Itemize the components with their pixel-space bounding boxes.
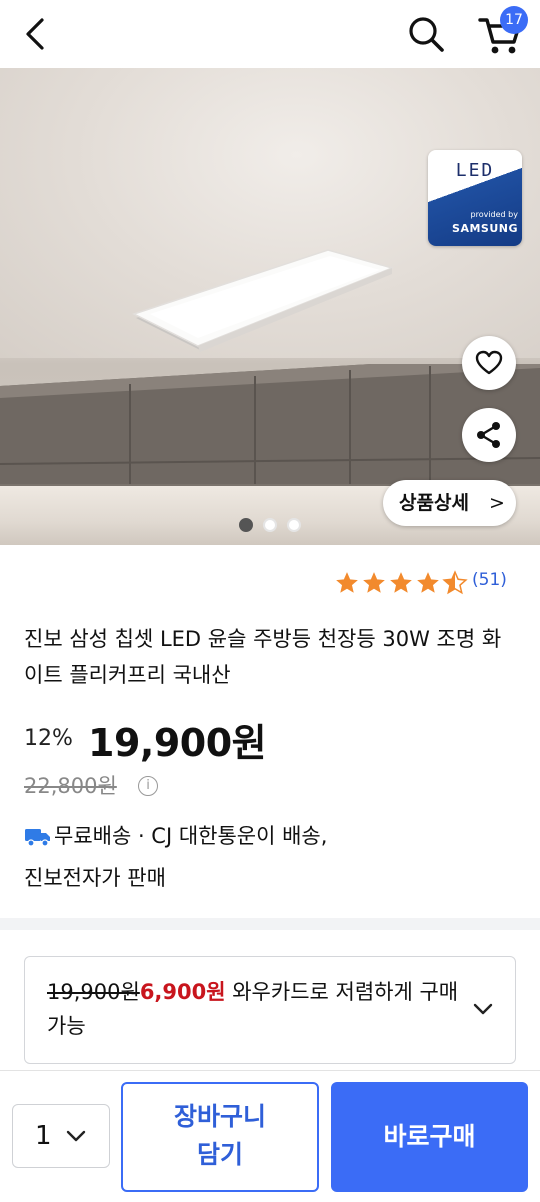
add-to-cart-label-line2: 담기: [196, 1140, 243, 1169]
original-price: 22,800원: [24, 774, 117, 798]
star-full-icon: [390, 572, 412, 593]
truck-icon: [25, 829, 50, 847]
product-title: 진보 삼성 칩셋 LED 윤슬 주방등 천장등 30W 조명 화이트 플리커프리…: [24, 627, 502, 687]
wishlist-button[interactable]: [462, 336, 516, 390]
section-divider: [0, 918, 540, 930]
add-to-cart-button[interactable]: 장바구니 담기: [121, 1082, 319, 1192]
discount-rate: 12%: [24, 726, 73, 751]
chevron-down-icon: [473, 1003, 493, 1015]
product-image-carousel[interactable]: LED provided by SAMSUNG: [0, 68, 540, 545]
star-rating[interactable]: [334, 568, 474, 598]
search-button[interactable]: [404, 12, 448, 56]
chevron-down-icon: [66, 1130, 86, 1142]
info-icon[interactable]: i: [138, 776, 158, 796]
samsung-led-badge: LED provided by SAMSUNG: [428, 150, 522, 246]
badge-brand: SAMSUNG: [452, 222, 518, 235]
wow-original-price: 19,900원: [47, 980, 140, 1004]
wow-card-price: 6,900원: [139, 980, 226, 1004]
sale-price: 19,900원: [88, 721, 267, 765]
quantity-value: 1: [35, 1121, 52, 1151]
review-count[interactable]: (51): [472, 570, 507, 590]
top-bar: 17: [0, 0, 540, 68]
add-to-cart-label-line1: 장바구니: [173, 1102, 266, 1131]
badge-provided-by: provided by: [470, 210, 518, 219]
chevron-left-icon: [26, 18, 44, 50]
carousel-dot-3[interactable]: [287, 518, 301, 532]
badge-led-text: LED: [455, 160, 495, 181]
carousel-dot-1[interactable]: [239, 518, 253, 532]
chevron-right-icon: >: [489, 492, 505, 514]
back-button[interactable]: [16, 14, 56, 54]
cart-count-badge: 17: [500, 6, 528, 34]
heart-icon: [475, 350, 503, 375]
share-button[interactable]: [462, 408, 516, 462]
detail-label: 상품상세: [399, 492, 469, 514]
wow-card-text: 19,900원6,900원 와우카드로 저렴하게 구매 가능: [47, 975, 467, 1043]
shipping-info: 무료배송 · CJ 대한통운이 배송,: [54, 824, 328, 848]
search-icon: [409, 17, 444, 52]
wow-card-offer[interactable]: 19,900원6,900원 와우카드로 저렴하게 구매 가능: [24, 956, 516, 1064]
share-icon: [477, 422, 500, 448]
buy-now-button[interactable]: 바로구매: [331, 1082, 528, 1192]
seller-info: 진보전자가 판매: [24, 866, 166, 890]
carousel-indicator: [239, 518, 309, 532]
carousel-dot-2[interactable]: [263, 518, 277, 532]
product-detail-button[interactable]: 상품상세 >: [383, 480, 516, 526]
star-full-icon: [417, 572, 439, 593]
star-full-icon: [363, 572, 385, 593]
star-full-icon: [336, 572, 358, 593]
led-ceiling-lamp-image: [132, 249, 395, 352]
star-half-icon: [442, 570, 468, 595]
quantity-select[interactable]: 1: [12, 1104, 110, 1168]
